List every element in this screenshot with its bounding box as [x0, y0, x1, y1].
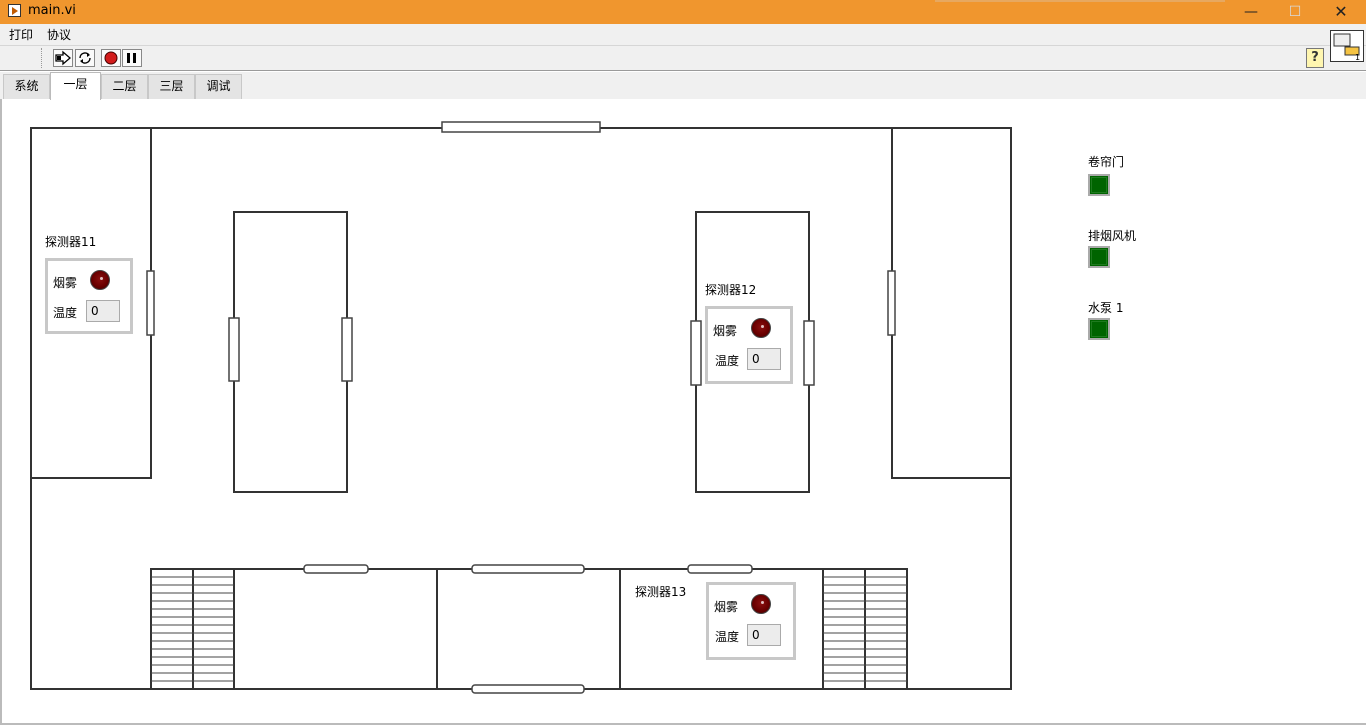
minimize-button[interactable]: — [1228, 0, 1274, 24]
detector-12-temp-value: 0 [747, 348, 781, 370]
detector-11-temp-label: 温度 [53, 306, 78, 320]
maximize-button[interactable]: ☐ [1272, 0, 1318, 24]
detector-11-temp-value: 0 [86, 300, 120, 322]
detector-13-smoke-led [751, 594, 771, 614]
detector-11-cluster [45, 258, 133, 334]
detector-11-label: 探测器11 [45, 235, 97, 249]
tab-floor-2[interactable]: 二层 [101, 74, 148, 99]
menu-bar [0, 24, 1366, 45]
detector-12-temp-label: 温度 [715, 354, 740, 368]
run-arrow-icon [55, 50, 71, 66]
room-center-left [233, 211, 348, 493]
labview-vi-icon[interactable] [8, 4, 21, 17]
detector-12-cluster [705, 306, 793, 384]
detector-13-label: 探测器13 [635, 585, 687, 599]
title-bar[interactable] [0, 0, 1366, 24]
water-pump-1-label: 水泵 1 [1088, 301, 1124, 315]
run-button[interactable] [53, 49, 73, 67]
rolling-door-indicator [1088, 174, 1110, 196]
pause-icon [127, 53, 136, 63]
labview-icon: 1 [1333, 33, 1360, 62]
menu-print[interactable]: 打印 [9, 26, 33, 43]
svg-text:1: 1 [1355, 53, 1360, 61]
run-continuous-icon [79, 52, 91, 64]
detector-11-smoke-led [90, 270, 110, 290]
smoke-fan-label: 排烟风机 [1088, 229, 1137, 243]
water-pump-1-indicator [1088, 318, 1110, 340]
vi-connector-icon[interactable]: 1 [1330, 30, 1364, 62]
tab-floor-3[interactable]: 三层 [148, 74, 195, 99]
help-button[interactable]: ? [1306, 48, 1324, 68]
rolling-door-label: 卷帘门 [1088, 155, 1125, 169]
window-title: main.vi [28, 3, 76, 18]
detector-13-temp-label: 温度 [715, 630, 740, 644]
detector-12-label: 探测器12 [705, 283, 757, 297]
abort-button[interactable] [101, 49, 121, 67]
smoke-fan-indicator [1088, 246, 1110, 268]
detector-13-smoke-label: 烟雾 [714, 600, 739, 614]
detector-13-temp-value: 0 [747, 624, 781, 646]
toolbar-grip [41, 48, 46, 68]
title-bar-highlight [935, 0, 1225, 2]
toolbar [0, 45, 1366, 71]
floor-plan [30, 121, 1012, 694]
tab-debug[interactable]: 调试 [195, 74, 242, 99]
room-right [891, 127, 1012, 479]
tab-system[interactable]: 系统 [3, 74, 50, 99]
tab-floor-1[interactable]: 一层 [50, 72, 101, 100]
run-continuously-button[interactable] [75, 49, 95, 67]
pause-button[interactable] [122, 49, 142, 67]
detector-12-smoke-led [751, 318, 771, 338]
close-button[interactable]: ✕ [1318, 0, 1364, 24]
abort-icon [104, 51, 118, 65]
detector-12-smoke-label: 烟雾 [713, 324, 738, 338]
detector-11-smoke-label: 烟雾 [53, 276, 78, 290]
detector-13-cluster [706, 582, 796, 660]
menu-protocol[interactable]: 协议 [47, 26, 71, 43]
